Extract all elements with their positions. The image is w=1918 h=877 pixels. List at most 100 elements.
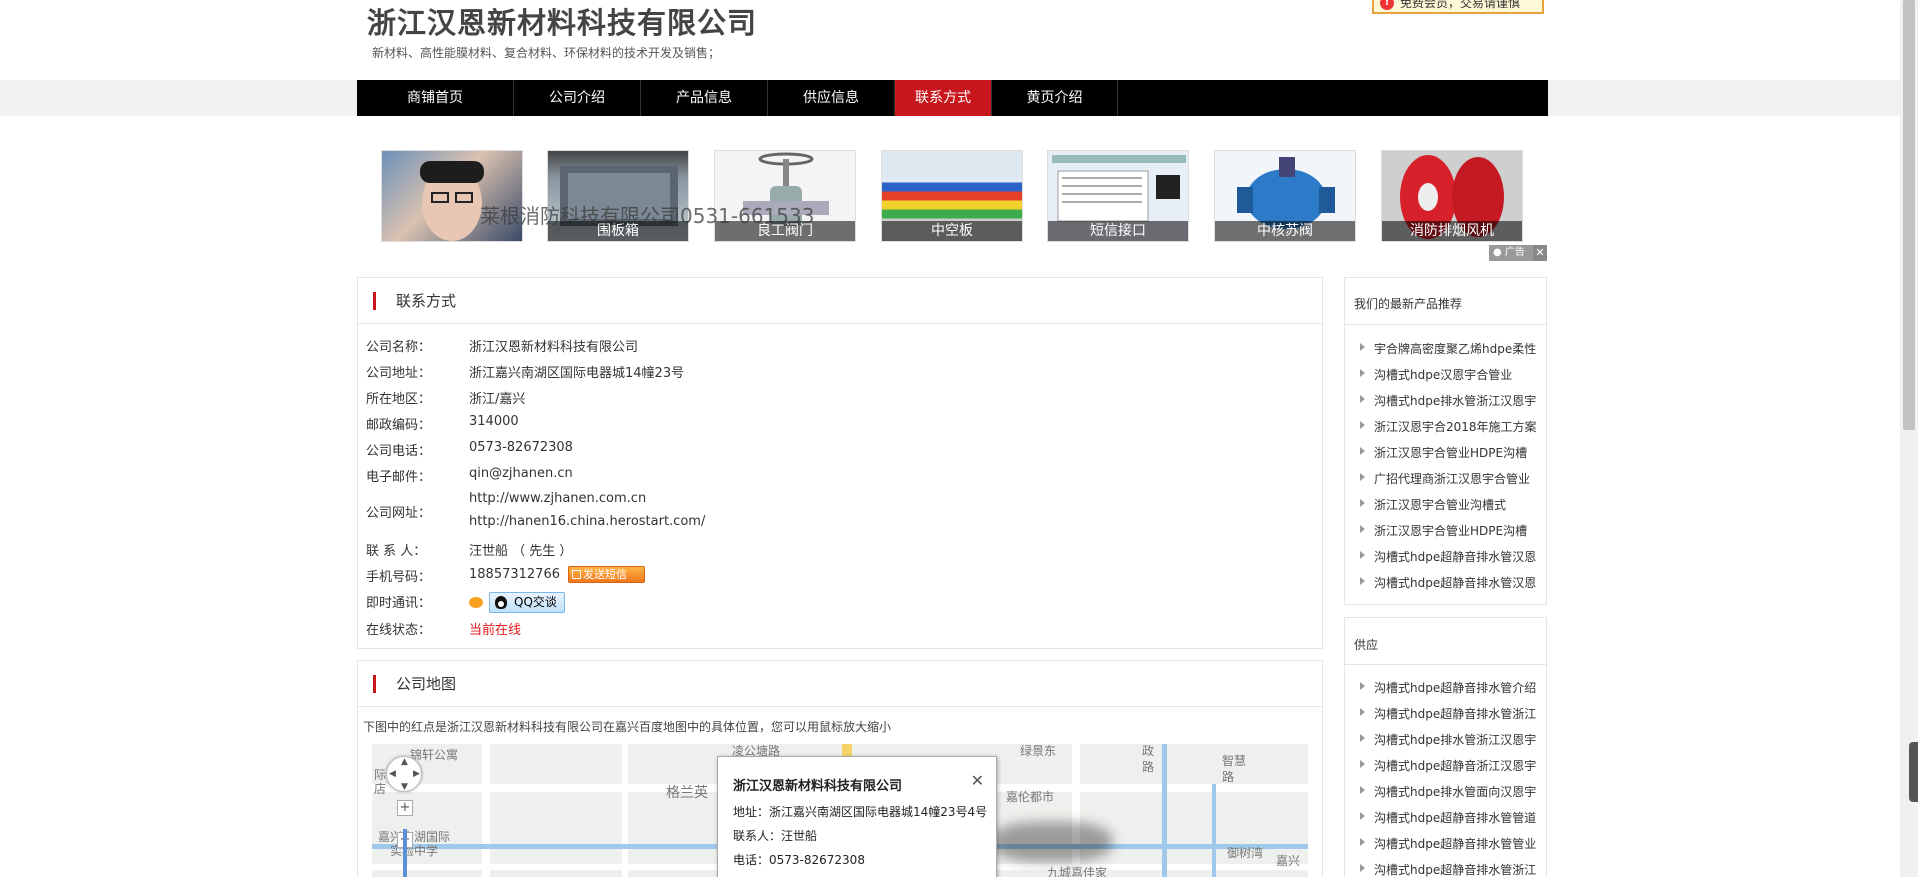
latest-products-title: 我们的最新产品推荐 xyxy=(1354,297,1463,311)
thumb-cnnc-valve[interactable]: 中核苏阀 xyxy=(1214,150,1356,242)
warning-icon: ! xyxy=(1380,0,1394,10)
floating-side-tab[interactable] xyxy=(1909,742,1918,802)
row-label: 联 系 人： xyxy=(366,544,427,559)
thumb-caption: 短信接口 xyxy=(1048,221,1188,241)
info-phone: 电话：0573-82672308 xyxy=(733,853,865,867)
list-item[interactable]: 沟槽式hdpe超静音排水管管业 xyxy=(1374,835,1542,852)
zoom-slider[interactable] xyxy=(403,829,407,877)
map-road xyxy=(482,744,490,877)
list-arrow-icon xyxy=(1360,499,1365,507)
list-item[interactable]: 沟槽式hdpe排水管浙江汉恩宇 xyxy=(1374,731,1542,748)
qq-chat-button[interactable]: QQ交谈 xyxy=(489,592,565,613)
list-item[interactable]: 沟槽式hdpe排水管浙江汉恩宇 xyxy=(1374,392,1542,409)
row-label: 公司电话： xyxy=(366,444,432,459)
send-sms-button[interactable]: 发送短信 xyxy=(567,566,645,583)
list-item[interactable]: 沟槽式hdpe汉恩宇合管业 xyxy=(1374,366,1542,383)
map-pan-control[interactable]: ▲ ▼ ◀ ▶ xyxy=(386,756,422,792)
email-link[interactable]: qin@zjhanen.cn xyxy=(469,466,573,481)
ad-close-icon[interactable]: ✕ xyxy=(1533,245,1547,261)
list-item[interactable]: 沟槽式hdpe超静音排水管汉恩 xyxy=(1374,548,1542,565)
list-item[interactable]: 沟槽式hdpe超静音排水管介绍 xyxy=(1374,679,1542,696)
divider xyxy=(1345,324,1546,325)
map-label: 嘉伦都市 xyxy=(1006,790,1055,804)
thumb-smoke-fan[interactable]: 消防排烟风机 xyxy=(1381,150,1523,242)
nav-yellow-pages[interactable]: 黄页介绍 xyxy=(992,80,1118,116)
list-item[interactable]: 沟槽式hdpe超静音排水管汉恩 xyxy=(1374,574,1542,591)
map-label: 店 xyxy=(374,782,387,796)
map-panel-header: 公司地图 xyxy=(358,661,1322,707)
latest-products-panel: 我们的最新产品推荐 宇合牌高密度聚乙烯hdpe柔性 沟槽式hdpe汉恩宇合管业 沟槽… xyxy=(1344,277,1547,605)
thumb-hollow-board[interactable]: 中空板 xyxy=(881,150,1023,242)
row-value: 0573-82672308 xyxy=(469,440,573,455)
row-label: 即时通讯： xyxy=(366,596,432,611)
nav-supply[interactable]: 供应信息 xyxy=(768,80,895,116)
list-item[interactable]: 浙江汉恩宇合管业沟槽式 xyxy=(1374,496,1542,513)
pan-left-icon: ◀ xyxy=(389,769,396,779)
member-notice: ! 免费会员，交易请谨慎 xyxy=(1372,0,1544,14)
nav-company-intro[interactable]: 公司介绍 xyxy=(514,80,641,116)
map-description: 下图中的红点是浙江汉恩新材料科技有限公司在嘉兴百度地图中的具体位置，您可以用鼠标… xyxy=(363,720,892,734)
business-scope: 新材料、高性能膜材料、复合材料、环保材料的技术开发及销售； xyxy=(372,46,721,60)
map-river xyxy=(1162,744,1167,877)
website-link-2[interactable]: http://hanen16.china.herostart.com/ xyxy=(469,514,705,529)
list-item[interactable]: 沟槽式hdpe超静音排水管浙江 xyxy=(1374,705,1542,722)
map-label: 御树湾 xyxy=(1227,846,1264,860)
notice-text: 免费会员，交易请谨慎 xyxy=(1400,0,1521,10)
row-label: 公司网址： xyxy=(366,506,432,521)
map-label: 智慧 xyxy=(1222,754,1247,768)
list-arrow-icon xyxy=(1360,682,1365,690)
row-label: 公司名称： xyxy=(366,340,432,355)
list-arrow-icon xyxy=(1360,447,1365,455)
map-label: 绿景东 xyxy=(1020,744,1057,758)
info-contact: 联系人：汪世船 xyxy=(733,829,818,843)
map-river xyxy=(1212,784,1216,877)
list-item[interactable]: 浙江汉恩宇合2018年施工方案 xyxy=(1374,418,1542,435)
thumb-caption: 中核苏阀 xyxy=(1215,221,1355,241)
row-label: 邮政编码： xyxy=(366,418,432,433)
list-item[interactable]: 沟槽式hdpe排水管面向汉恩宇 xyxy=(1374,783,1542,800)
sms-icon xyxy=(571,570,581,579)
list-arrow-icon xyxy=(1360,864,1365,872)
list-item[interactable]: 浙江汉恩宇合管业HDPE沟槽 xyxy=(1374,522,1542,539)
list-arrow-icon xyxy=(1360,786,1365,794)
divider xyxy=(1345,664,1546,665)
info-title: 浙江汉恩新材料科技有限公司 xyxy=(733,779,903,794)
page-scrollbar-thumb[interactable] xyxy=(1903,0,1915,430)
list-arrow-icon xyxy=(1360,760,1365,768)
row-label: 所在地区： xyxy=(366,392,432,407)
zoom-in-button[interactable]: + xyxy=(397,800,413,816)
supply-panel: 供应 沟槽式hdpe超静音排水管介绍 沟槽式hdpe超静音排水管浙江 沟槽式hdpe… xyxy=(1344,617,1547,877)
thumb-sms-interface[interactable]: 短信接口 xyxy=(1047,150,1189,242)
company-title: 浙江汉恩新材料科技有限公司 xyxy=(367,6,758,40)
row-value: 汪世船 （ 先生 ） xyxy=(469,544,573,559)
list-item[interactable]: 宇合牌高密度聚乙烯hdpe柔性 xyxy=(1374,340,1542,357)
row-label: 手机号码： xyxy=(366,570,432,585)
list-item[interactable]: 广招代理商浙江汉恩宇合管业 xyxy=(1374,470,1542,487)
accent-bar xyxy=(373,675,376,693)
map-label: 九城嘉佳家 xyxy=(1047,866,1108,877)
list-item[interactable]: 沟槽式hdpe超静音排水管浙江 xyxy=(1374,861,1542,877)
nav-products[interactable]: 产品信息 xyxy=(641,80,768,116)
map-info-window: 浙江汉恩新材料科技有限公司 ✕ 地址：浙江嘉兴南湖区国际电器城14幢23号4号 … xyxy=(717,756,997,877)
list-arrow-icon xyxy=(1360,734,1365,742)
ad-overlay-text: 莱根消防科技有限公司0531-661533 xyxy=(480,204,815,228)
row-label: 电子邮件： xyxy=(366,470,432,485)
contact-panel-header: 联系方式 xyxy=(358,278,1322,324)
list-arrow-icon xyxy=(1360,369,1365,377)
sms-button-label: 发送短信 xyxy=(582,568,627,581)
list-item[interactable]: 浙江汉恩宇合管业HDPE沟槽 xyxy=(1374,444,1542,461)
list-item[interactable]: 沟槽式hdpe超静音浙江汉恩宇 xyxy=(1374,757,1542,774)
mobile-number: 18857312766 xyxy=(469,567,560,582)
baidu-map[interactable]: 凌公塘路 格兰英 锦轩公寓 际 店 嘉兴南湖国际 实验中学 绿景东 政 路 智慧… xyxy=(372,744,1308,877)
website-link[interactable]: http://www.zjhanen.com.cn xyxy=(469,491,646,506)
list-item[interactable]: 沟槽式hdpe超静音排水管管道 xyxy=(1374,809,1542,826)
map-label: 格兰英 xyxy=(666,785,708,801)
thumb-caption: 消防排烟风机 xyxy=(1382,221,1522,241)
contact-title: 联系方式 xyxy=(396,292,457,310)
nav-home[interactable]: 商铺首页 xyxy=(357,80,514,116)
row-label: 在线状态： xyxy=(366,623,432,638)
nav-contact[interactable]: 联系方式 xyxy=(895,80,992,116)
close-icon[interactable]: ✕ xyxy=(971,771,984,790)
info-address: 地址：浙江嘉兴南湖区国际电器城14幢23号4号 xyxy=(733,805,988,819)
site-header: 浙江汉恩新材料科技有限公司 新材料、高性能膜材料、复合材料、环保材料的技术开发及… xyxy=(0,0,1900,80)
